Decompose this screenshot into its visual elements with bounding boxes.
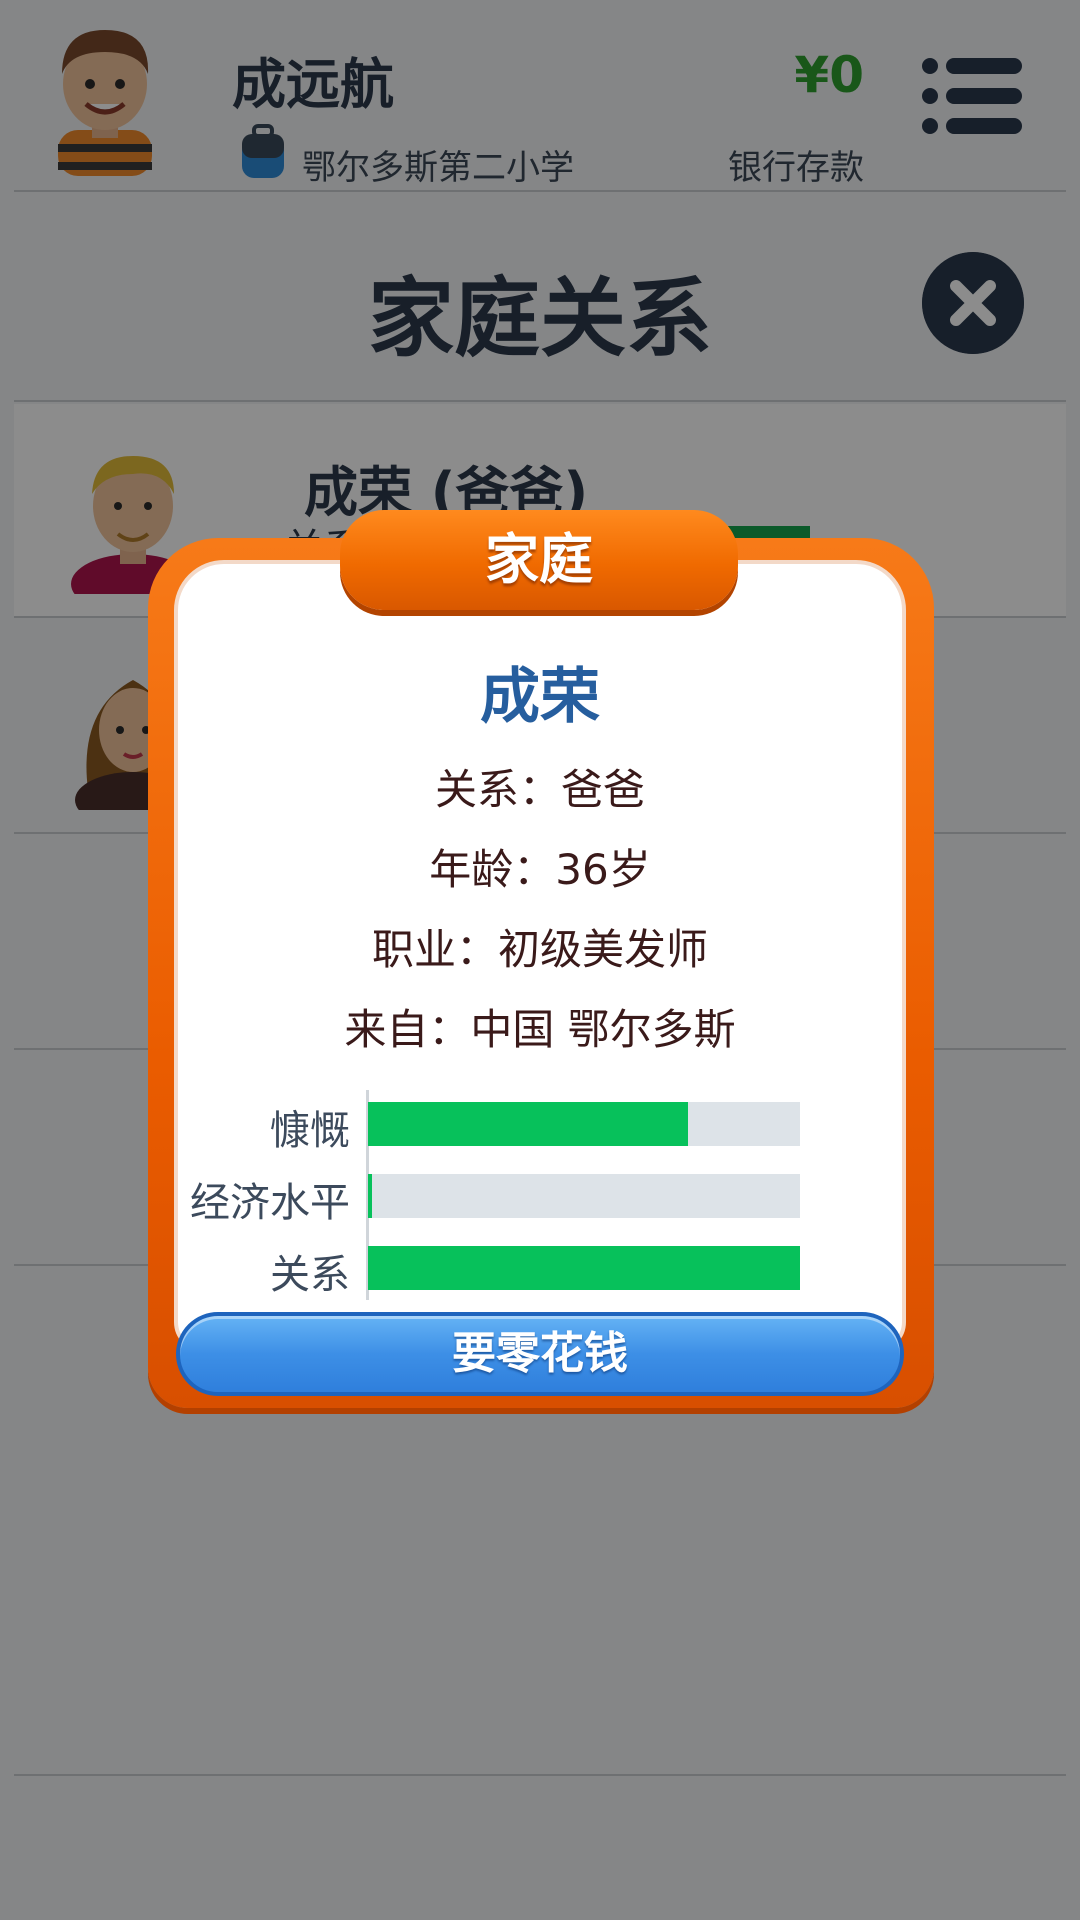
origin-key: 来自： bbox=[344, 1005, 471, 1054]
stat-bar-economy bbox=[368, 1174, 800, 1218]
age-value: 36岁 bbox=[555, 845, 651, 894]
age-key: 年龄： bbox=[429, 845, 556, 894]
member-name: 成荣 bbox=[480, 662, 600, 732]
stat-label-generosity: 慷慨 bbox=[270, 1108, 350, 1154]
relation-line: 关系：爸爸 bbox=[174, 756, 906, 817]
stat-bar-relationship bbox=[368, 1246, 800, 1290]
relation-key: 关系： bbox=[434, 765, 561, 814]
job-line: 职业：初级美发师 bbox=[174, 916, 906, 977]
relation-value: 爸爸 bbox=[561, 765, 646, 814]
stat-fill bbox=[368, 1174, 372, 1218]
stat-fill bbox=[368, 1246, 800, 1290]
ask-pocket-money-button[interactable]: 要零花钱 bbox=[176, 1312, 904, 1396]
modal-title: 家庭 bbox=[340, 510, 738, 610]
origin-line: 来自：中国 鄂尔多斯 bbox=[174, 996, 906, 1057]
origin-value: 中国 鄂尔多斯 bbox=[470, 1005, 736, 1054]
stat-label-relationship: 关系 bbox=[270, 1252, 350, 1298]
age-line: 年龄：36岁 bbox=[174, 836, 906, 897]
job-key: 职业： bbox=[371, 925, 498, 974]
stat-bar-generosity bbox=[368, 1102, 800, 1146]
job-value: 初级美发师 bbox=[498, 925, 709, 974]
stat-fill bbox=[368, 1102, 688, 1146]
stat-label-economy: 经济水平 bbox=[190, 1180, 350, 1226]
